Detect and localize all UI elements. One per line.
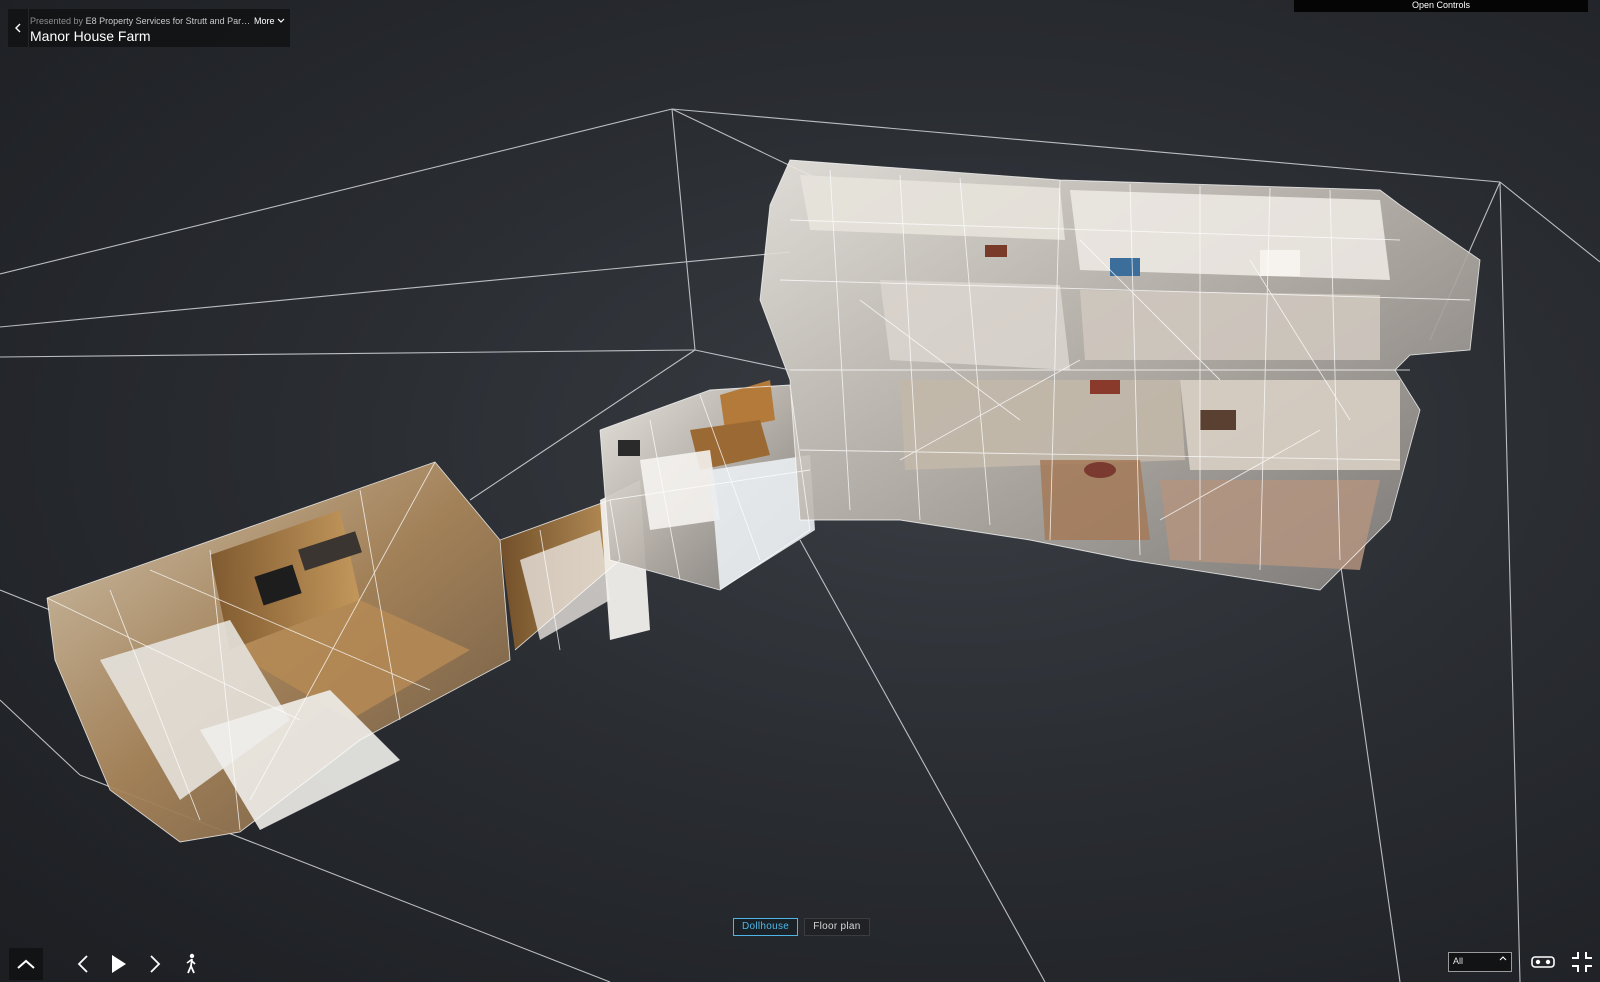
tour-controls	[9, 948, 209, 980]
vr-mode-button[interactable]	[1530, 952, 1556, 972]
previous-button[interactable]	[65, 948, 101, 980]
back-button[interactable]	[8, 9, 29, 47]
main-house-model	[760, 160, 1480, 590]
more-label: More	[254, 16, 275, 26]
play-tour-button[interactable]	[101, 948, 137, 980]
expand-highlights-button[interactable]	[9, 948, 43, 980]
left-wing-model	[47, 462, 650, 842]
floor-selector-value: All	[1453, 956, 1464, 966]
next-button[interactable]	[137, 948, 173, 980]
exit-fullscreen-icon	[1572, 952, 1592, 972]
open-controls-button[interactable]: Open Controls	[1294, 0, 1588, 12]
more-button[interactable]: More	[254, 16, 285, 26]
property-title: Manor House Farm	[30, 28, 151, 44]
presented-by-text: Presented by E8 Property Services for St…	[30, 16, 250, 26]
walking-person-icon	[186, 953, 196, 974]
view-mode-toggle: Dollhouse Floor plan	[733, 918, 870, 936]
play-icon	[112, 955, 126, 973]
dollhouse-viewer[interactable]: Presented by E8 Property Services for St…	[0, 0, 1600, 982]
walkthrough-mode-button[interactable]	[173, 948, 209, 980]
chevron-up-icon	[1499, 956, 1507, 961]
floor-selector[interactable]: All	[1448, 952, 1512, 972]
chevron-down-icon	[277, 18, 284, 23]
floorplan-mode-button[interactable]: Floor plan	[804, 918, 870, 936]
chevron-right-icon	[150, 955, 161, 973]
vr-headset-icon	[1531, 956, 1555, 968]
presented-by-company: E8 Property Services for Strutt and Par…	[85, 16, 250, 26]
property-title-card: Presented by E8 Property Services for St…	[8, 9, 290, 47]
chevron-left-icon	[77, 955, 88, 973]
chevron-up-icon	[17, 959, 35, 969]
presented-prefix: Presented by	[30, 16, 84, 26]
dollhouse-3d-model[interactable]	[0, 0, 1600, 982]
dollhouse-mode-button[interactable]: Dollhouse	[733, 918, 799, 936]
chevron-left-icon	[15, 23, 21, 33]
exit-fullscreen-button[interactable]	[1570, 950, 1594, 974]
